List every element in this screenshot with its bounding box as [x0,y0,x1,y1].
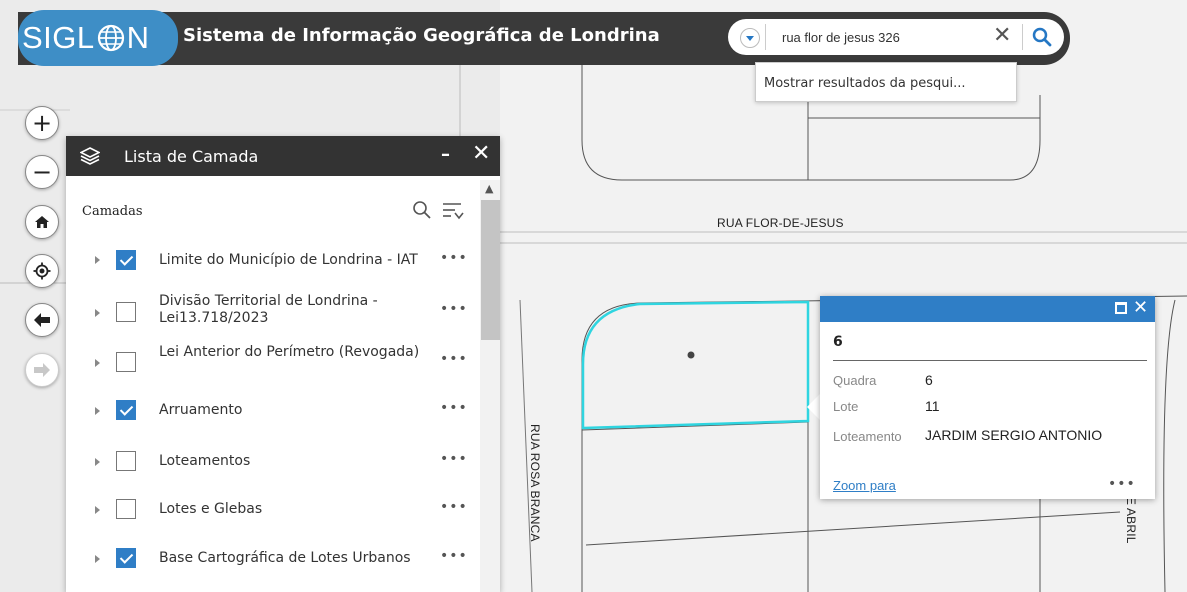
next-extent-button[interactable] [25,353,59,387]
layer-panel-header[interactable]: Lista de Camada – ✕ [66,136,500,176]
field-key-quadra: Quadra [833,373,877,388]
layer-label: Base Cartográfica de Lotes Urbanos [159,550,411,566]
plus-icon: + [31,109,53,137]
layer-checkbox[interactable] [116,548,136,568]
logo-text-right: N [126,20,150,55]
field-key-loteamento: Loteamento [833,429,902,444]
layer-list-panel: Lista de Camada – ✕ Camadas ▲ Limite do … [66,136,500,592]
layer-checkbox[interactable] [116,250,136,270]
layers-icon [80,147,100,165]
filter-list-icon[interactable] [441,200,465,222]
expand-caret-icon[interactable] [95,458,100,466]
search-source-dropdown[interactable] [740,28,760,48]
more-options-icon[interactable]: ••• [440,548,468,564]
close-icon[interactable]: ✕ [1133,297,1148,318]
arrow-right-icon [34,363,50,377]
expand-caret-icon[interactable] [95,506,100,514]
layers-section-label: Camadas [82,204,143,219]
search-divider [765,24,766,50]
layer-row[interactable]: Limite do Município de Londrina - IAT ••… [66,240,476,280]
street-label-rosa-branca: RUA ROSA BRANCA [528,424,542,542]
scroll-up-icon[interactable]: ▲ [485,182,493,195]
minus-icon: − [31,158,53,186]
popup-header: ✕ [820,296,1155,322]
expand-caret-icon[interactable] [95,256,100,264]
more-options-icon[interactable]: ••• [1108,476,1136,492]
expand-caret-icon[interactable] [95,555,100,563]
layer-row[interactable]: Lei Anterior do Perímetro (Revogada) ••• [66,342,476,382]
expand-caret-icon[interactable] [95,407,100,415]
layer-panel-title: Lista de Camada [124,147,259,166]
feature-popup: ✕ 6 Quadra 6 Lote 11 Loteamento JARDIM S… [820,296,1155,499]
more-options-icon[interactable]: ••• [440,250,468,266]
search-icon[interactable] [412,200,432,220]
previous-extent-button[interactable] [25,303,59,337]
app-title: Sistema de Informação Geográfica de Lond… [183,25,660,46]
home-icon [35,216,49,228]
expand-caret-icon[interactable] [95,309,100,317]
globe-icon [97,24,124,52]
popup-pointer [807,393,821,421]
popup-title: 6 [833,334,843,350]
zoom-out-button[interactable]: − [25,155,59,189]
maximize-icon[interactable] [1115,302,1127,314]
logo-text-left: SIGL [22,20,95,55]
layer-checkbox[interactable] [116,499,136,519]
zoom-in-button[interactable]: + [25,106,59,140]
layer-row[interactable]: Base Cartográfica de Lotes Urbanos ••• [66,538,476,578]
close-icon[interactable]: ✕ [472,141,490,166]
search-divider-2 [1022,24,1023,50]
more-options-icon[interactable]: ••• [440,451,468,467]
field-value-lote: 11 [925,398,940,414]
layer-checkbox[interactable] [116,302,136,322]
locate-icon [33,262,51,280]
app-logo: SIGL N [18,10,178,66]
scrollbar-thumb[interactable] [481,200,500,340]
layer-row[interactable]: Divisão Territorial de Londrina - Lei13.… [66,289,476,329]
layer-label: Divisão Territorial de Londrina - Lei13.… [159,293,378,326]
layer-label: Lei Anterior do Perímetro (Revogada) [159,344,420,360]
arrow-left-icon [34,313,50,327]
popup-divider [833,360,1147,361]
layer-row[interactable]: Loteamentos ••• [66,441,476,481]
street-label-flor-de-jesus: RUA FLOR-DE-JESUS [717,216,844,230]
layer-label: Loteamentos [159,453,251,469]
minimize-icon[interactable]: – [441,144,450,165]
search-input[interactable] [782,27,982,47]
field-key-lote: Lote [833,399,859,414]
locate-button[interactable] [25,254,59,288]
more-options-icon[interactable]: ••• [440,351,468,367]
search-suggestion[interactable]: Mostrar resultados da pesqui... [755,62,1017,102]
expand-caret-icon[interactable] [95,359,100,367]
layer-label: Limite do Município de Londrina - IAT [159,252,418,268]
more-options-icon[interactable]: ••• [440,400,468,416]
more-options-icon[interactable]: ••• [440,499,468,515]
search-icon[interactable] [1030,25,1054,49]
layer-row[interactable]: Arruamento ••• [66,391,476,431]
zoom-to-link[interactable]: Zoom para [833,478,896,493]
layer-checkbox[interactable] [116,451,136,471]
layer-label: Arruamento [159,402,243,418]
layer-checkbox[interactable] [116,352,136,372]
layer-checkbox[interactable] [116,400,136,420]
field-value-quadra: 6 [925,372,933,388]
close-icon[interactable]: ✕ [993,22,1011,50]
layer-row[interactable]: Lotes e Glebas ••• [66,490,476,530]
home-button[interactable] [25,205,59,239]
layer-label: Lotes e Glebas [159,501,263,517]
field-value-loteamento: JARDIM SERGIO ANTONIO [925,427,1103,443]
more-options-icon[interactable]: ••• [440,301,468,317]
